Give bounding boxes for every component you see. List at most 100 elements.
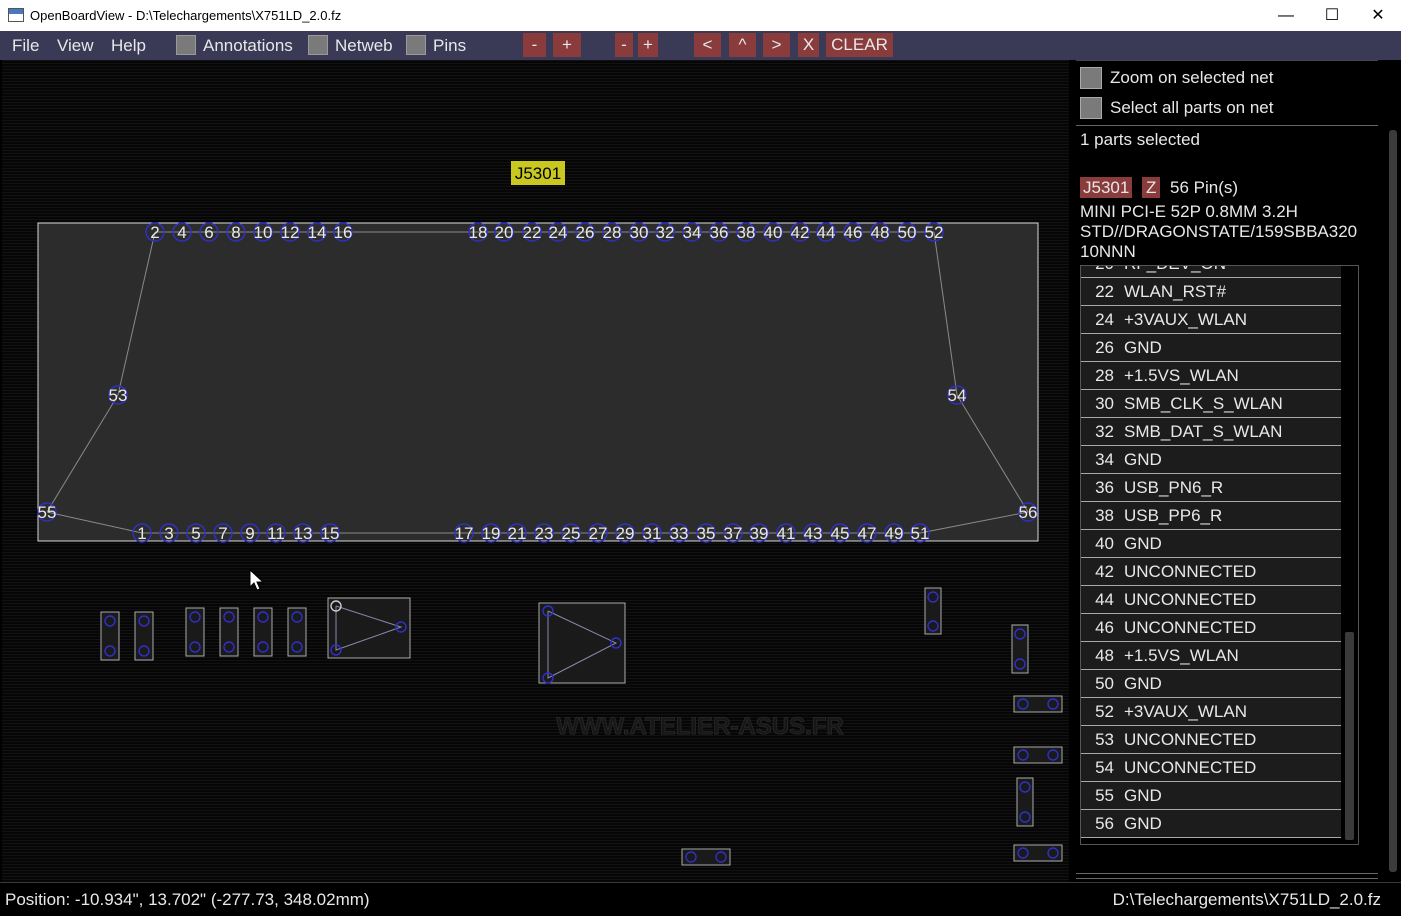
pin-net-list[interactable]: 20 RF_DEV_ON 22 WLAN_RST# 24 +3VAUX_WLAN 26 GND…	[1080, 265, 1359, 845]
connector-pin[interactable]: 27	[588, 523, 608, 543]
sidebar-scrollbar[interactable]	[1385, 60, 1401, 882]
connector-pin[interactable]: 29	[615, 523, 635, 543]
connector-pin[interactable]: 22	[522, 222, 542, 242]
pin-list-row[interactable]: 22 WLAN_RST#	[1081, 278, 1341, 306]
board-canvas[interactable]: WWW.ATELIER-ASUS.FR 2 4 6 8 10 12 14 16 18 20 22 24…	[2, 60, 1069, 882]
board-drawing[interactable]: WWW.ATELIER-ASUS.FR 2 4 6 8 10 12 14 16 18 20 22 24…	[2, 60, 1069, 882]
connector-pin[interactable]: 16	[333, 222, 353, 242]
pin-list-row[interactable]: 26 GND	[1081, 334, 1341, 362]
pan-right-button[interactable]: >	[763, 33, 790, 57]
connector-pin[interactable]: 39	[749, 523, 769, 543]
pin-list-row[interactable]: 56 GND	[1081, 810, 1341, 838]
connector-pin[interactable]: 13	[293, 523, 313, 543]
component[interactable]	[185, 607, 205, 657]
connector-pin[interactable]: 31	[642, 523, 662, 543]
connector-pin[interactable]: 42	[790, 222, 810, 242]
connector-pin[interactable]: 26	[575, 222, 595, 242]
connector-pin[interactable]: 51	[910, 523, 930, 543]
menu-file[interactable]: File	[12, 36, 39, 56]
connector-pin[interactable]: 33	[669, 523, 689, 543]
part-label[interactable]: J5301	[515, 164, 561, 183]
select-all-parts-checkbox[interactable]	[1080, 97, 1102, 119]
connector-pin[interactable]: 46	[843, 222, 863, 242]
connector-pin[interactable]: 23	[534, 523, 554, 543]
pin-list-row[interactable]: 28 +1.5VS_WLAN	[1081, 362, 1341, 390]
connector-pin[interactable]: 37	[723, 523, 743, 543]
connector-pin[interactable]: 40	[763, 222, 783, 242]
component[interactable]	[1011, 624, 1029, 674]
pin-list-row[interactable]: 40 GND	[1081, 530, 1341, 558]
connector-pin[interactable]: 28	[602, 222, 622, 242]
component[interactable]	[681, 848, 731, 866]
connector-pin[interactable]: 56	[1018, 502, 1038, 522]
rotate-plus-button[interactable]: +	[638, 33, 658, 57]
pin-list-row[interactable]: 24 +3VAUX_WLAN	[1081, 306, 1341, 334]
connector-pin[interactable]: 10	[253, 222, 273, 242]
rotate-minus-button[interactable]: -	[615, 33, 633, 57]
zoom-part-button[interactable]: Z	[1142, 177, 1161, 198]
pin-list-row[interactable]: 32 SMB_DAT_S_WLAN	[1081, 418, 1341, 446]
selected-part-badge[interactable]: J5301	[1080, 177, 1133, 198]
component[interactable]	[100, 611, 120, 661]
pin-list-row[interactable]: 50 GND	[1081, 670, 1341, 698]
connector-pin[interactable]: 12	[280, 222, 300, 242]
netweb-checkbox[interactable]	[308, 35, 328, 55]
connector-pin[interactable]: 48	[870, 222, 890, 242]
pins-checkbox[interactable]	[406, 35, 426, 55]
component[interactable]	[134, 611, 154, 661]
connector-outline[interactable]	[37, 222, 1039, 542]
component[interactable]	[1013, 695, 1063, 713]
connector-pin[interactable]: 32	[655, 222, 675, 242]
component[interactable]	[253, 607, 273, 657]
connector-pin[interactable]: 49	[884, 523, 904, 543]
minimize-button[interactable]: —	[1263, 0, 1309, 31]
x-button[interactable]: X	[798, 33, 819, 57]
annotations-checkbox[interactable]	[176, 35, 196, 55]
connector-pin[interactable]: 43	[803, 523, 823, 543]
pin-list-row[interactable]: 53 UNCONNECTED	[1081, 726, 1341, 754]
connector-pin[interactable]: 53	[108, 385, 128, 405]
pin-list-row[interactable]: 36 USB_PN6_R	[1081, 474, 1341, 502]
connector-pin[interactable]: 34	[682, 222, 702, 242]
component[interactable]	[1013, 844, 1063, 862]
pin-list-row[interactable]: 54 UNCONNECTED	[1081, 754, 1341, 782]
zoom-out-button[interactable]: -	[523, 33, 546, 57]
connector-pin[interactable]: 25	[561, 523, 581, 543]
connector-pin[interactable]: 47	[857, 523, 877, 543]
connector-pin[interactable]: 35	[696, 523, 716, 543]
connector-pin[interactable]: 45	[830, 523, 850, 543]
connector-pin[interactable]: 36	[709, 222, 729, 242]
connector-pin[interactable]: 44	[816, 222, 836, 242]
pin-list-row[interactable]: 34 GND	[1081, 446, 1341, 474]
pin-list-row[interactable]: 30 SMB_CLK_S_WLAN	[1081, 390, 1341, 418]
connector-pin[interactable]: 55	[37, 502, 57, 522]
connector-pin[interactable]: 20	[494, 222, 514, 242]
connector-pin[interactable]: 38	[736, 222, 756, 242]
pin-list-row[interactable]: 48 +1.5VS_WLAN	[1081, 642, 1341, 670]
connector-pin[interactable]: 54	[947, 385, 967, 405]
pin-list-scrollbar[interactable]	[1345, 632, 1354, 840]
component[interactable]	[287, 607, 307, 657]
zoom-on-net-checkbox[interactable]	[1080, 67, 1102, 89]
maximize-button[interactable]: ☐	[1309, 0, 1355, 31]
pin-list-row[interactable]: 44 UNCONNECTED	[1081, 586, 1341, 614]
connector-pin[interactable]: 52	[924, 222, 944, 242]
pin-list-row[interactable]: 42 UNCONNECTED	[1081, 558, 1341, 586]
component[interactable]	[1013, 746, 1063, 764]
connector-pin[interactable]: 19	[481, 523, 501, 543]
pin-list-row[interactable]: 46 UNCONNECTED	[1081, 614, 1341, 642]
pin-list-row[interactable]: 38 USB_PP6_R	[1081, 502, 1341, 530]
connector-pin[interactable]: 21	[507, 523, 527, 543]
component[interactable]	[1016, 777, 1034, 827]
pan-left-button[interactable]: <	[694, 33, 721, 57]
connector-pin[interactable]: 30	[629, 222, 649, 242]
menu-view[interactable]: View	[57, 36, 94, 56]
connector-pin[interactable]: 17	[454, 523, 474, 543]
pin-list-row[interactable]: 55 GND	[1081, 782, 1341, 810]
zoom-in-button[interactable]: +	[553, 33, 581, 57]
pin-list-row[interactable]: 20 RF_DEV_ON	[1081, 266, 1341, 278]
connector-pin[interactable]: 18	[468, 222, 488, 242]
component[interactable]	[219, 607, 239, 657]
connector-pin[interactable]: 15	[320, 523, 340, 543]
connector-pin[interactable]: 24	[548, 222, 568, 242]
